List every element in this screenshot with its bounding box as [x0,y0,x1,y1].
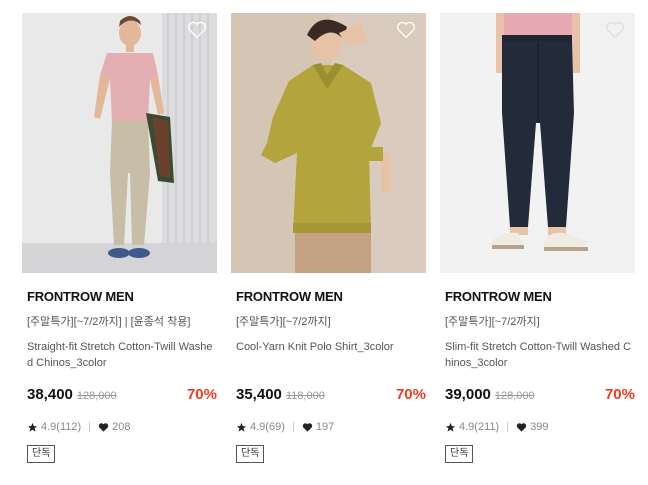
discount-rate: 70% [395,386,426,403]
divider [507,422,509,432]
product-card[interactable]: FRONTROW MEN [주말특가][~7/2까지] Cool-Yarn Kn… [231,13,426,463]
product-image[interactable] [231,13,426,273]
product-name[interactable]: Cool-Yarn Knit Polo Shirt_3color [231,339,426,355]
price-row: 39,000 128,000 70% [445,386,635,403]
heart-filled-icon [98,422,109,432]
brand-name[interactable]: FRONTROW MEN [440,289,635,305]
wishlist-heart-icon[interactable] [187,21,207,39]
star-icon [236,422,247,432]
wishlist-heart-icon[interactable] [605,21,625,39]
discount-rate: 70% [604,386,635,403]
sale-price: 35,400 [236,386,282,403]
product-photo-chinos-model [22,13,217,273]
product-image[interactable] [440,13,635,273]
exclusive-badge: 단독 [27,445,56,463]
heart-filled-icon [302,422,313,432]
wishlist-heart-icon[interactable] [396,21,416,39]
product-name[interactable]: Straight-fit Stretch Cotton-Twill Washed… [22,339,217,371]
product-grid: FRONTROW MEN [주말특가][~7/2까지] | [윤종석 착용] S… [22,13,635,463]
product-meta: 4.9(112) 208 [27,421,131,433]
exclusive-badge: 단독 [236,445,265,463]
original-price: 128,000 [76,390,117,402]
like-count: 399 [530,421,549,433]
divider [89,422,91,432]
rating-value: 4.9(69) [250,421,285,433]
divider [292,422,294,432]
brand-name[interactable]: FRONTROW MEN [22,289,217,305]
like-count: 208 [112,421,131,433]
product-photo-polo-model [231,13,426,273]
brand-name[interactable]: FRONTROW MEN [231,289,426,305]
product-meta: 4.9(211) 399 [445,421,549,433]
product-card[interactable]: FRONTROW MEN [주말특가][~7/2까지] Slim-fit Str… [440,13,635,463]
product-meta: 4.9(69) 197 [236,421,334,433]
promo-tag: [주말특가][~7/2까지] | [윤종석 착용] [27,316,191,328]
sale-price: 39,000 [445,386,491,403]
rating-value: 4.9(211) [459,421,500,433]
exclusive-badge: 단독 [445,445,474,463]
heart-filled-icon [516,422,527,432]
promo-tag: [주말특가][~7/2까지] [445,316,540,328]
price-row: 38,400 128,000 70% [27,386,217,403]
star-icon [27,422,38,432]
product-image[interactable] [22,13,217,273]
product-card[interactable]: FRONTROW MEN [주말특가][~7/2까지] | [윤종석 착용] S… [22,13,217,463]
rating-value: 4.9(112) [41,421,82,433]
like-count: 197 [315,421,335,433]
discount-rate: 70% [186,386,217,403]
product-name[interactable]: Slim-fit Stretch Cotton-Twill Washed Chi… [440,339,635,371]
original-price: 128,000 [494,390,535,402]
original-price: 118,000 [285,390,325,402]
price-row: 35,400 118,000 70% [236,386,426,403]
sale-price: 38,400 [27,386,73,403]
star-icon [445,422,456,432]
promo-tag: [주말특가][~7/2까지] [236,316,331,328]
product-photo-slim-chinos-model [440,13,635,273]
